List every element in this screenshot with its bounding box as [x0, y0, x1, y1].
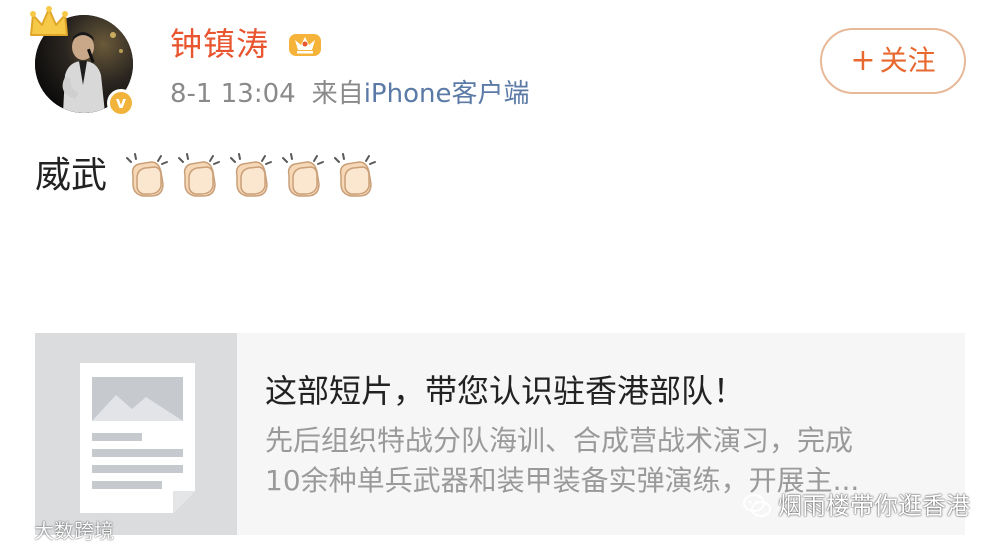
follow-button[interactable]: + 关注: [820, 28, 966, 94]
post-meta: 8-1 13:04 来自iPhone客户端: [170, 76, 529, 112]
card-thumbnail: [35, 333, 237, 535]
card-title: 这部短片，带您认识驻香港部队！: [265, 372, 746, 410]
article-icon: [80, 363, 195, 513]
post-text: 威武: [35, 150, 381, 202]
watermark-left-text: 大数跨境: [34, 519, 114, 543]
post-text-content: 威武: [35, 155, 108, 196]
card-description: 先后组织特战分队海训、合成营战术演习，完成 10余种单兵武器和装甲装备实弹演练，…: [265, 421, 945, 501]
watermark-left: 大数跨境: [8, 518, 114, 544]
watermark-right-text: 烟雨楼带你逛香港: [778, 492, 970, 520]
weibo-post-screen: v 钟镇涛 8-1 13:04 来自iPhone客户端 + 关注 威武 这部短片…: [0, 0, 1000, 550]
clap-icon: [230, 153, 273, 197]
post-time: 8-1 13:04: [170, 79, 296, 109]
clap-icon: [126, 153, 169, 197]
author-name[interactable]: 钟镇涛: [170, 22, 269, 66]
clap-icon: [334, 153, 377, 197]
weibo-logo-icon: [8, 523, 29, 541]
vip-crown-badge-icon[interactable]: [287, 28, 323, 58]
card-desc-line: 先后组织特战分队海训、合成营战术演习，完成: [265, 424, 854, 457]
clap-icon: [282, 153, 325, 197]
crown-icon: [30, 6, 68, 36]
follow-label: 关注: [879, 44, 936, 77]
wechat-logo-icon: [743, 494, 771, 517]
source-prefix: 来自: [311, 79, 364, 109]
clap-emoji-row: [121, 150, 381, 202]
avatar-container[interactable]: v: [30, 6, 135, 117]
plus-icon: +: [850, 43, 876, 78]
verified-icon: v: [107, 89, 135, 117]
watermark-right: 烟雨楼带你逛香港: [742, 490, 970, 522]
clap-icon: [178, 153, 221, 197]
post-source[interactable]: iPhone客户端: [364, 79, 530, 109]
